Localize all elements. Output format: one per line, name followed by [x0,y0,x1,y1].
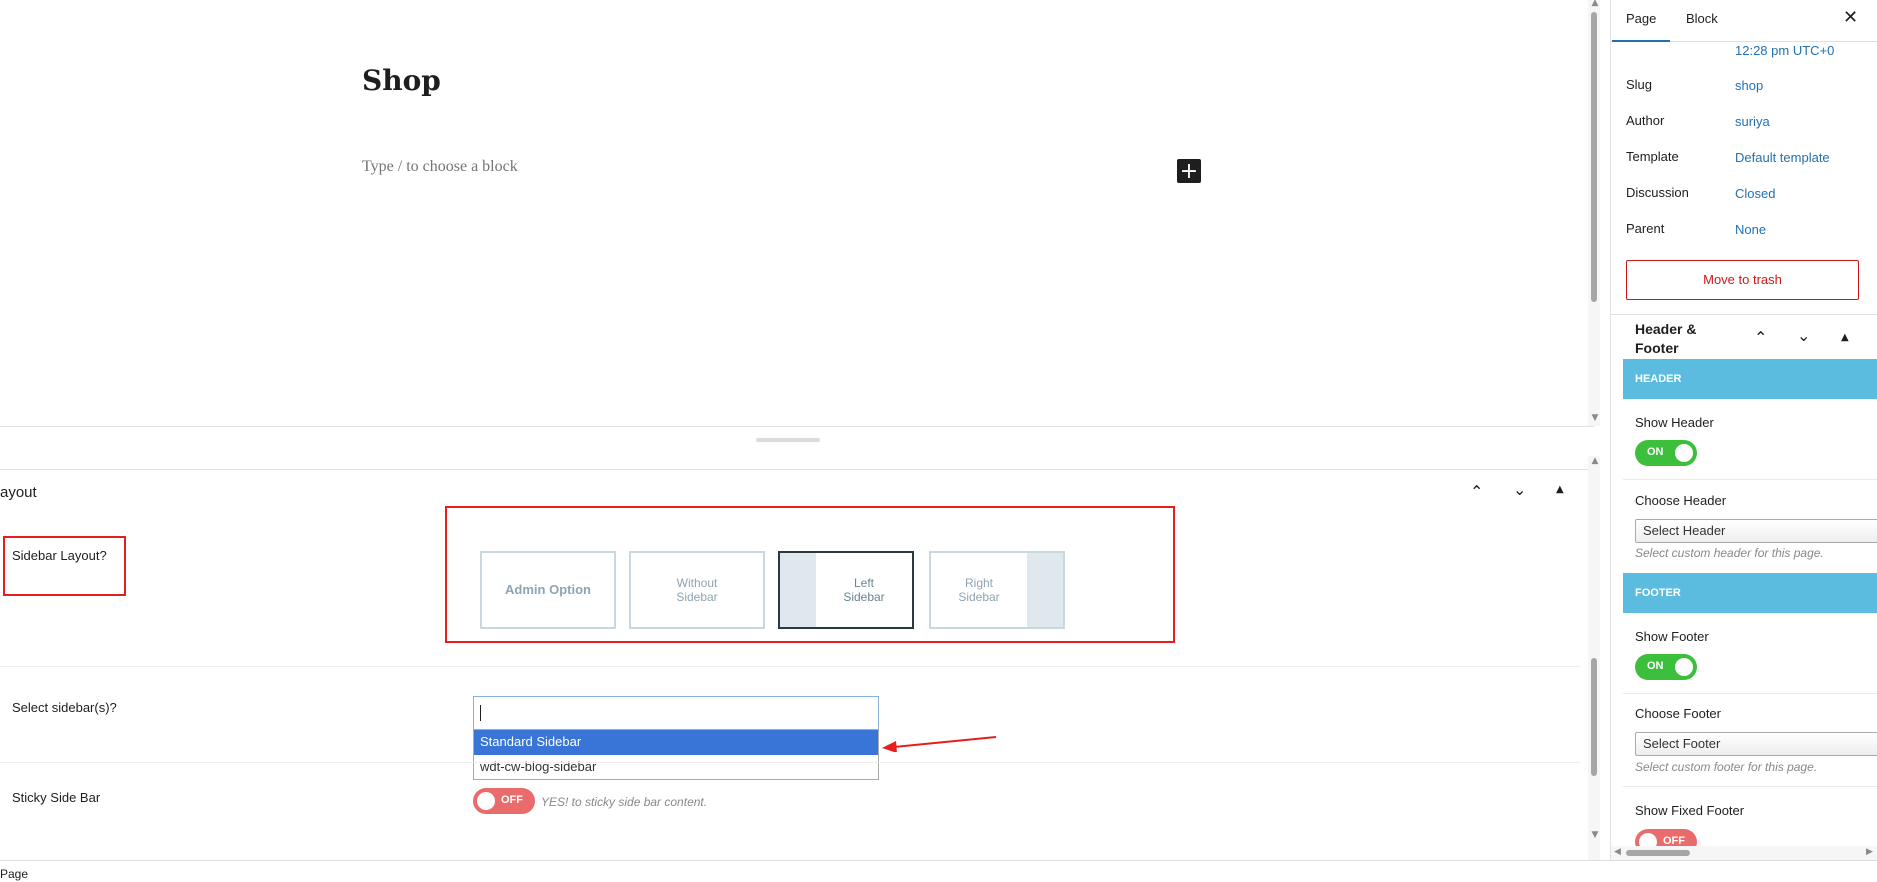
header-section-band: HEADER [1623,359,1877,399]
choose-footer-hint: Select custom footer for this page. [1635,760,1818,774]
chevron-up-icon[interactable]: ⌃ [1754,328,1767,347]
slug-label: Slug [1626,77,1653,92]
scrollbar-thumb[interactable] [1626,850,1690,856]
choose-footer-select[interactable]: Select Footer [1635,732,1877,756]
plus-icon: + [1179,158,1199,184]
footer-section-band: FOOTER [1623,573,1877,613]
sticky-sidebar-toggle[interactable]: OFF [473,788,535,814]
status-bar: Page [0,860,1877,882]
close-icon[interactable]: ✕ [1843,7,1858,28]
add-block-button[interactable]: + [1177,159,1201,183]
show-fixed-footer-label: Show Fixed Footer [1635,803,1745,818]
show-header-toggle[interactable]: ON [1635,440,1697,466]
sidebar-option-standard[interactable]: Standard Sidebar [474,730,878,755]
layout-option-label: Without [676,575,718,590]
layout-metabox: ayout ⌃ ⌄ ▲ Sidebar Layout? Admin Option… [0,456,1600,860]
scroll-up-arrow-icon[interactable]: ▲ [1589,0,1601,8]
move-to-trash-button[interactable]: Move to trash [1626,260,1859,300]
chevron-down-icon[interactable]: ⌄ [1513,480,1526,499]
sticky-sidebar-hint: YES! to sticky side bar content. [541,795,708,809]
field-divider [1623,693,1877,694]
editor-scrollbar[interactable]: ▲ ▼ [1588,0,1600,426]
parent-value[interactable]: None [1735,222,1766,237]
layout-option-admin[interactable]: Admin Option [480,551,616,629]
template-label: Template [1626,149,1679,164]
toggle-state: OFF [501,794,523,806]
toggle-state: ON [1647,660,1664,672]
layout-option-label: Sidebar [958,590,1000,604]
parent-label: Parent [1626,221,1665,236]
show-footer-label: Show Footer [1635,629,1709,644]
right-sidebar-preview [1027,553,1063,627]
header-footer-panel-title[interactable]: Header & Footer [1635,320,1715,358]
tab-page[interactable]: Page [1611,11,1671,42]
chevron-down-icon[interactable]: ⌄ [1797,326,1810,345]
select-sidebars-label: Select sidebar(s)? [12,700,117,715]
sidebar-option-blog[interactable]: wdt-cw-blog-sidebar [474,755,878,780]
panel-title-line: Footer [1635,340,1679,356]
layout-option-right-sidebar[interactable]: Right Sidebar [929,551,1065,629]
show-footer-toggle[interactable]: ON [1635,654,1697,680]
sidebar-dropdown-list: Standard Sidebar wdt-cw-blog-sidebar [473,730,879,780]
toggle-knob [1675,444,1693,462]
panel-title-line: Header & [1635,321,1697,337]
triangle-up-icon[interactable]: ▲ [1556,484,1564,495]
discussion-label: Discussion [1626,185,1689,200]
template-value[interactable]: Default template [1735,150,1830,165]
sidebar-search-input[interactable] [473,696,879,730]
editor-canvas: Shop Type / to choose a block + ▲ ▼ [0,0,1600,426]
scroll-down-arrow-icon[interactable]: ▼ [1589,413,1601,423]
triangle-up-icon[interactable]: ▲ [1841,332,1849,343]
sidebar-horizontal-scrollbar[interactable]: ◀ ▶ [1611,846,1877,860]
left-sidebar-preview [780,553,816,627]
scroll-down-arrow-icon[interactable]: ▼ [1589,830,1601,840]
toggle-state: ON [1647,446,1664,458]
layout-option-label: Sidebar [843,590,885,604]
slug-value[interactable]: shop [1735,78,1763,93]
resize-grip[interactable] [756,438,820,442]
chevron-up-icon[interactable]: ⌃ [1470,482,1483,501]
annotation-box-label [3,536,126,596]
author-label: Author [1626,113,1665,128]
row-divider [0,762,1580,763]
show-header-label: Show Header [1635,415,1714,430]
row-divider [0,666,1580,667]
layout-option-label: Left [853,575,874,590]
choose-header-hint: Select custom header for this page. [1635,546,1824,560]
metabox-resize-handle[interactable] [0,426,1594,470]
toggle-knob [1675,658,1693,676]
publish-time[interactable]: 12:28 pm UTC+0 [1735,43,1834,58]
sticky-sidebar-label: Sticky Side Bar [12,790,101,805]
layout-option-label: Right [964,575,993,590]
layout-option-label: Admin Option [505,582,591,598]
red-arrow-icon [882,736,997,752]
scroll-left-arrow-icon[interactable]: ◀ [1614,847,1621,857]
scrollbar-thumb[interactable] [1591,12,1597,302]
tab-block[interactable]: Block [1686,11,1718,26]
settings-sidebar: Page Block ✕ 12:28 pm UTC+0 Slug shop Au… [1610,0,1877,860]
block-placeholder[interactable]: Type / to choose a block [362,158,518,176]
layout-option-label: Sidebar [676,590,718,604]
author-value[interactable]: suriya [1735,114,1770,129]
scrollbar-thumb[interactable] [1591,658,1597,776]
field-divider [1623,786,1877,787]
choose-footer-label: Choose Footer [1635,706,1721,721]
breadcrumb[interactable]: Page [0,867,28,881]
panel-divider [1611,314,1877,315]
layout-option-left-sidebar[interactable]: Left Sidebar [778,551,914,629]
field-divider [1623,479,1877,480]
discussion-value[interactable]: Closed [1735,186,1775,201]
sidebar-layout-label: Sidebar Layout? [12,548,107,563]
toggle-knob [477,792,495,810]
metabox-scrollbar[interactable]: ▲ ▼ [1588,456,1600,860]
scroll-right-arrow-icon[interactable]: ▶ [1866,847,1873,857]
page-title[interactable]: Shop [362,64,441,97]
metabox-title: ayout [0,484,37,501]
scroll-up-arrow-icon[interactable]: ▲ [1589,456,1601,466]
layout-option-without-sidebar[interactable]: Without Sidebar [629,551,765,629]
text-caret [480,705,481,721]
sidebar-tabs: Page Block ✕ [1611,0,1877,42]
choose-header-label: Choose Header [1635,493,1727,508]
choose-header-select[interactable]: Select Header [1635,519,1877,543]
